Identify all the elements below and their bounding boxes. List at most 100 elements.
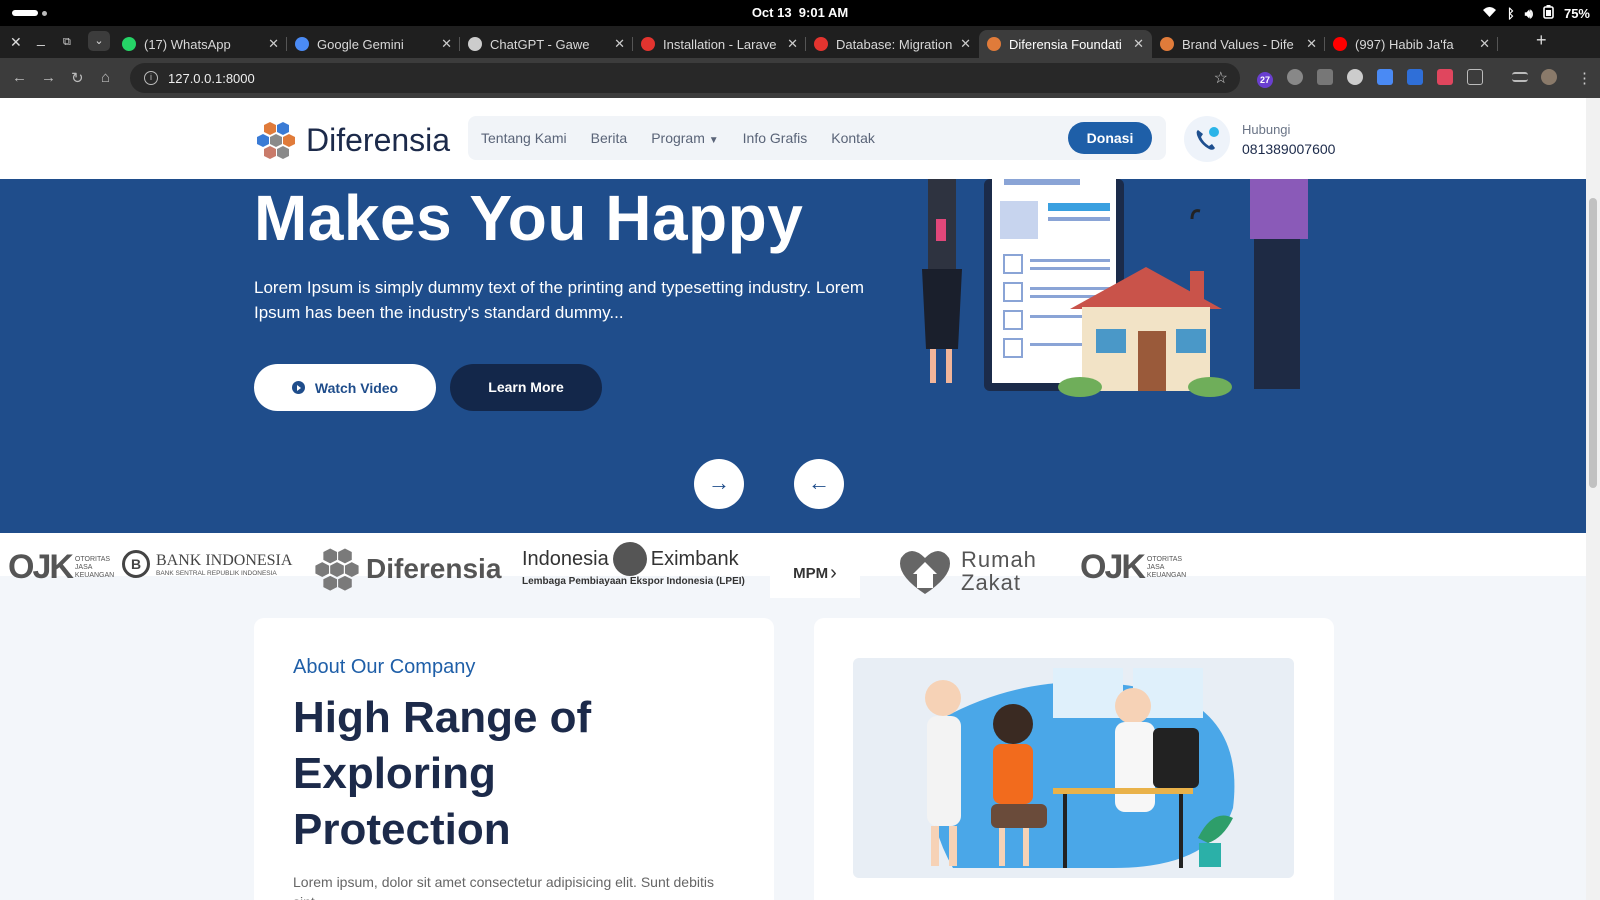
page-scrollbar[interactable] [1586,98,1600,900]
exim-globe-icon [612,542,647,576]
browser-tab[interactable]: ChatGPT - Gawe ✕ [460,30,633,58]
battery-icon [1543,5,1554,22]
clock[interactable]: Oct 13 9:01 AM [0,5,1600,20]
tab-title: Google Gemini [317,36,404,52]
ojk-logo: OJK OTORITAS JASA KEUANGAN [8,548,115,586]
browser-tab[interactable]: (997) Habib Ja'fa ✕ [1325,30,1498,58]
tab-title: (17) WhatsApp [144,36,231,52]
extensions-puzzle-icon[interactable] [1467,69,1483,85]
illustration-card [814,618,1334,900]
bluetooth-icon: ᛒ [1506,6,1515,21]
nav-kontak[interactable]: Kontak [831,130,875,146]
slider-next-arrow-icon[interactable]: → [694,459,744,509]
bookmark-star-icon[interactable]: ☆ [1214,68,1228,88]
contact-block[interactable]: Hubungi 081389007600 [1184,116,1335,162]
reload-icon[interactable]: ↻ [71,69,84,87]
bank-indonesia-logo: B BANK INDONESIA BANK SENTRAL REPUBLIK I… [122,550,292,578]
nav-berita[interactable]: Berita [591,130,628,146]
web-page: Diferensia Tentang Kami Berita Program ▼… [0,98,1586,900]
site-logo[interactable]: Diferensia [254,118,450,162]
tab-close-icon[interactable]: ✕ [787,36,798,52]
tab-favicon-icon [1333,37,1347,51]
tab-separator [1497,37,1498,51]
about-kicker: About Our Company [293,656,476,678]
about-title: High Range of Exploring Protection [293,693,592,854]
volume-icon: 🔊︎ [1524,5,1533,21]
nav-tentang-kami[interactable]: Tentang Kami [481,130,567,146]
scrollbar-thumb[interactable] [1589,198,1597,488]
os-status-bar: Oct 13 9:01 AM ᛒ 🔊︎ 75% [0,0,1600,26]
brand-name: Diferensia [306,121,451,158]
tab-close-icon[interactable]: ✕ [1133,36,1144,52]
play-icon [291,381,305,394]
donate-button[interactable]: Donasi [1068,122,1152,154]
tab-title: Database: Migration [836,36,953,52]
diferensia-partner-logo: Diferensia [312,544,501,594]
code-extension-icon[interactable] [1317,69,1333,85]
tab-close-icon[interactable]: ✕ [1479,36,1490,52]
nav-info-grafis[interactable]: Info Grafis [743,130,808,146]
browser-tab[interactable]: (17) WhatsApp ✕ [114,30,287,58]
site-header: Diferensia Tentang Kami Berita Program ▼… [0,98,1586,179]
tab-favicon-icon [641,37,655,51]
browser-tab[interactable]: Database: Migration ✕ [806,30,979,58]
watch-video-button[interactable]: Watch Video [254,364,436,411]
hero-slider: Makes You Happy Lorem Ipsum is simply du… [0,179,1586,533]
contact-label: Hubungi [1242,121,1291,137]
main-nav: Tentang Kami Berita Program ▼ Info Grafi… [468,116,1166,160]
site-info-icon[interactable]: i [144,71,158,85]
indonesia-eximbank-logo: Indonesia Eximbank Lembaga Pembiayaan Ek… [522,542,745,587]
contact-number: 081389007600 [1242,140,1336,157]
browser-menu-icon[interactable]: ⋮ [1577,69,1592,87]
tab-close-icon[interactable]: ✕ [614,36,625,52]
tab-title: Brand Values - Dife [1182,36,1294,52]
tab-close-icon[interactable]: ✕ [1306,36,1317,52]
hero-title: Makes You Happy [254,182,804,254]
tab-search-chevron-icon[interactable]: ⌄ [88,31,110,51]
tab-strip: ✕ _ ⧉ ⌄ (17) WhatsApp ✕ Google Gemini ✕ Chat… [0,26,1600,58]
system-tray[interactable]: ᛒ 🔊︎ 75% [1482,5,1590,22]
home-icon[interactable]: ⌂ [101,69,110,86]
battery-level: 75% [1563,6,1590,21]
tab-title: Diferensia Foundati [1009,36,1122,52]
react-devtools-icon[interactable] [1287,69,1303,85]
screenshot-extension-icon[interactable] [1437,69,1453,85]
back-icon[interactable]: ← [12,69,27,86]
chevron-down-icon: ▼ [708,135,719,146]
mpm-logo: MPM › [770,548,860,598]
reading-list-icon[interactable] [1512,72,1528,82]
vpn-extension-icon[interactable] [1347,69,1363,85]
browser-tab[interactable]: Brand Values - Dife ✕ [1152,30,1325,58]
address-bar[interactable]: i 127.0.0.1:8000 ☆ [130,63,1240,93]
nav-program[interactable]: Program ▼ [651,130,718,146]
browser-tab[interactable]: Google Gemini ✕ [287,30,460,58]
tab-close-icon[interactable]: ✕ [960,36,971,52]
tab-title: ChatGPT - Gawe [490,36,590,52]
tab-close-icon[interactable]: ✕ [268,36,279,52]
tab-favicon-icon [1160,37,1174,51]
tab-favicon-icon [987,37,1001,51]
url-text: 127.0.0.1:8000 [168,70,255,86]
phone-chat-icon [1184,116,1230,162]
restore-window-icon[interactable]: ⧉ [63,36,71,49]
extension-badge-icon[interactable]: 27 [1257,72,1273,88]
slider-prev-arrow-icon[interactable]: ← [794,459,844,509]
docs-extension-icon[interactable] [1377,69,1393,85]
rumah-zakat-logo: Rumah Zakat [895,546,1037,596]
browser-tab[interactable]: Installation - Larave ✕ [633,30,806,58]
learn-more-button[interactable]: Learn More [450,364,602,411]
minimize-window-icon[interactable]: _ [37,30,45,46]
browser-tab[interactable]: Diferensia Foundati ✕ [979,30,1152,58]
browser-toolbar: ← → ↻ ⌂ i 127.0.0.1:8000 ☆ 27 ⋮ [0,58,1600,98]
tab-list: (17) WhatsApp ✕ Google Gemini ✕ ChatGPT - Ga… [114,30,1498,58]
wifi-icon [1482,6,1497,21]
forward-icon[interactable]: → [41,69,56,86]
new-tab-icon[interactable]: + [1536,30,1547,51]
fi-extension-icon[interactable] [1407,69,1423,85]
profile-avatar[interactable] [1541,69,1557,85]
about-card: About Our Company High Range of Explorin… [254,618,774,900]
close-window-icon[interactable]: ✕ [10,34,22,51]
tab-favicon-icon [814,37,828,51]
tab-close-icon[interactable]: ✕ [441,36,452,52]
house-agent-illustration [922,179,1308,397]
